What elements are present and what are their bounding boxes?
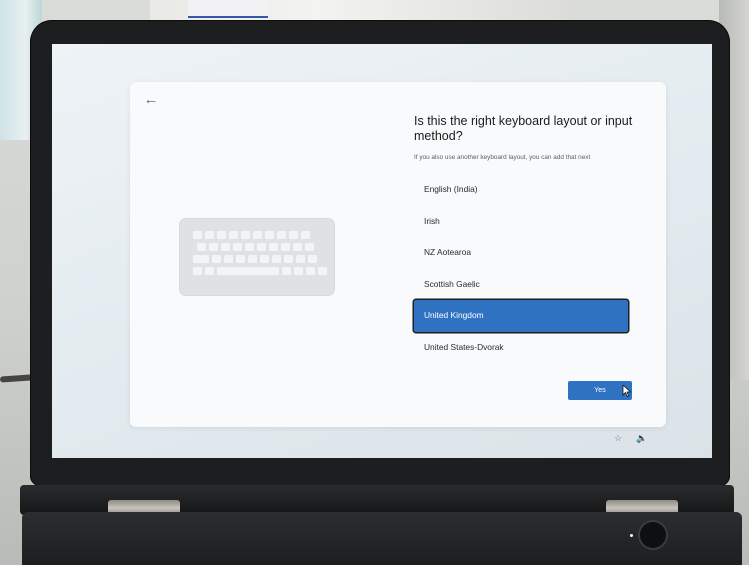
back-button[interactable]: ←	[140, 90, 162, 110]
accessibility-icon[interactable]: ☆	[614, 433, 622, 444]
back-arrow-icon: ←	[143, 91, 159, 108]
layout-item-united-kingdom[interactable]: United Kingdom	[414, 300, 628, 332]
keyboard-layout-dialog: ← Is this the right keyboard layout or i…	[130, 82, 666, 427]
keyboard-row	[193, 267, 327, 275]
mouse-cursor-icon	[622, 385, 632, 397]
layout-item-irish[interactable]: Irish	[414, 206, 628, 238]
power-button	[640, 522, 666, 548]
laptop-base	[22, 512, 742, 565]
layout-item-nz-aotearoa[interactable]: NZ Aotearoa	[414, 237, 628, 269]
keyboard-row	[193, 231, 310, 239]
page-title: Is this the right keyboard layout or inp…	[414, 114, 633, 143]
layout-item-united-states-dvorak[interactable]: United States-Dvorak	[414, 332, 628, 364]
keyboard-illustration	[180, 219, 334, 295]
volume-icon[interactable]: 🔈	[636, 433, 647, 444]
background-box	[188, 0, 268, 18]
keyboard-row	[197, 243, 314, 251]
laptop-screen: ← Is this the right keyboard layout or i…	[52, 44, 712, 458]
keyboard-layout-list: English (India) Irish NZ Aotearoa Scotti…	[414, 174, 628, 363]
status-led	[630, 534, 633, 537]
page-subtitle: If you also use another keyboard layout,…	[414, 154, 591, 161]
photo-background: ← Is this the right keyboard layout or i…	[0, 0, 749, 565]
layout-item-scottish-gaelic[interactable]: Scottish Gaelic	[414, 269, 628, 301]
layout-item-english-india[interactable]: English (India)	[414, 174, 628, 206]
keyboard-row	[193, 255, 317, 263]
yes-button-label: Yes	[594, 387, 606, 394]
